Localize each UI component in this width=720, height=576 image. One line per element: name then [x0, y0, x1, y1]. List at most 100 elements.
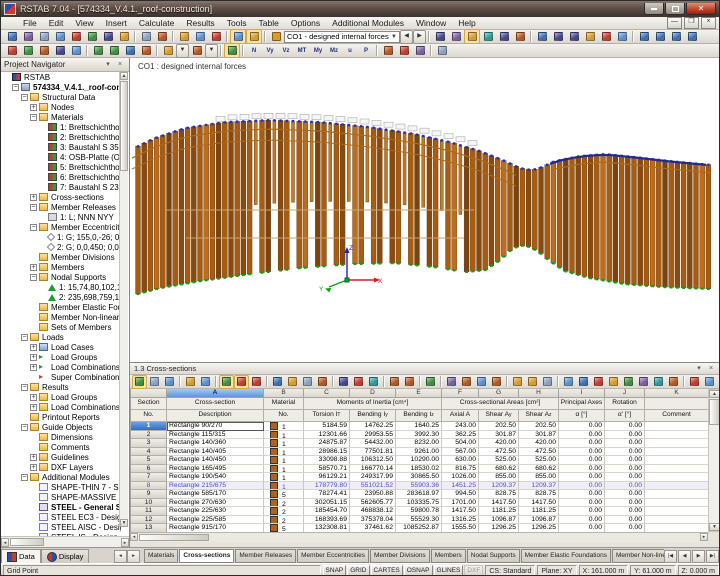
menu-additional-modules[interactable]: Additional Modules: [326, 17, 410, 30]
connect-icon[interactable]: [36, 43, 52, 58]
print-preview-icon[interactable]: [116, 29, 132, 44]
render-shaded-icon[interactable]: [464, 29, 480, 44]
tree-expander-icon[interactable]: −: [21, 94, 28, 101]
snap-node-icon[interactable]: [4, 43, 20, 58]
toggle-cartes[interactable]: CARTES: [371, 565, 403, 576]
sheet-tab-members[interactable]: Members: [431, 549, 466, 563]
cell-value[interactable]: 0.00: [559, 456, 605, 465]
table-close-icon[interactable]: ×: [705, 363, 717, 375]
cell-description[interactable]: Rectangle 115/315: [167, 431, 264, 440]
sheet-tab-member-elastic-foundations[interactable]: Member Elastic Foundations: [521, 549, 611, 563]
cell-material[interactable]: 1: [264, 456, 304, 465]
import-table-icon[interactable]: [183, 375, 198, 389]
tree-item-member-elastic-foundat[interactable]: Member Elastic Foundat: [1, 302, 121, 312]
cell-description[interactable]: Rectangle 165/495: [167, 465, 264, 474]
navigator-tabs-next-icon[interactable]: ▸: [127, 550, 140, 563]
tree-expander-icon[interactable]: +: [30, 344, 37, 351]
sheet-tab-nav-0[interactable]: |◀: [664, 550, 677, 563]
table-ok-icon[interactable]: [132, 375, 147, 389]
row-header-7[interactable]: 7: [131, 473, 167, 482]
cell-comment[interactable]: [645, 499, 709, 508]
cut-col-icon[interactable]: [366, 375, 381, 389]
menu-view[interactable]: View: [69, 17, 99, 30]
tree-expander-icon[interactable]: −: [30, 204, 37, 211]
menu-tools[interactable]: Tools: [221, 17, 253, 30]
tree-item-shape-massive-sectio[interactable]: SHAPE-MASSIVE - Sectio: [1, 492, 121, 502]
tree-expander-icon[interactable]: −: [21, 474, 28, 481]
sheet-tab-materials[interactable]: Materials: [144, 549, 178, 563]
tree-item-loads[interactable]: −Loads: [1, 332, 121, 342]
cell-value[interactable]: 1451.25: [442, 482, 479, 491]
tree-item-guide-objects[interactable]: −Guide Objects: [1, 422, 121, 432]
undo-table-icon[interactable]: [219, 375, 234, 389]
load-case-list-icon[interactable]: [268, 29, 284, 44]
row-header-4[interactable]: 4: [131, 448, 167, 457]
select-arrow-icon[interactable]: [534, 29, 550, 44]
cell-value[interactable]: 420.00: [519, 439, 559, 448]
load-area-icon[interactable]: [122, 43, 138, 58]
show-values-icon[interactable]: [652, 29, 668, 44]
cell-value[interactable]: 0.00: [605, 499, 645, 508]
tree-expander-icon[interactable]: −: [30, 224, 37, 231]
column-header-G[interactable]: G: [479, 389, 519, 398]
cell-value[interactable]: 0.00: [559, 516, 605, 525]
cell-value[interactable]: 1417.50: [442, 507, 479, 516]
tree-expander-icon[interactable]: +: [30, 454, 37, 461]
moment-mz-icon[interactable]: Mz: [326, 43, 342, 58]
tree-item-comments[interactable]: Comments: [1, 442, 121, 452]
tree-expander-icon[interactable]: +: [30, 404, 37, 411]
tree-item-members[interactable]: +Members: [1, 262, 121, 272]
render-wireframe-icon[interactable]: [432, 29, 448, 44]
render-hidden-icon[interactable]: [480, 29, 496, 44]
cell-value[interactable]: 54432.00: [350, 439, 396, 448]
view-3d-icon[interactable]: [702, 375, 717, 389]
cell-value[interactable]: 1096.87: [519, 516, 559, 525]
cell-value[interactable]: 504.00: [442, 439, 479, 448]
cell-value[interactable]: 12301.66: [304, 431, 350, 440]
sheet-tab-member-releases[interactable]: Member Releases: [235, 549, 296, 563]
tree-expander-icon[interactable]: +: [30, 394, 37, 401]
cell-value[interactable]: 103335.75: [396, 499, 442, 508]
row-header-11[interactable]: 11: [131, 507, 167, 516]
tree-item-steel-aisc-design-acc[interactable]: STEEL AISC - Design acc: [1, 522, 121, 532]
cell-value[interactable]: 375378.04: [350, 516, 396, 525]
cell-value[interactable]: 362.25: [442, 431, 479, 440]
open-project-icon[interactable]: [36, 29, 52, 44]
moment-mt-icon[interactable]: MT: [294, 43, 310, 58]
select-special-icon[interactable]: [160, 43, 176, 58]
load-case-next-icon[interactable]: ▶: [413, 30, 426, 44]
menu-insert[interactable]: Insert: [100, 17, 133, 30]
row-header-5[interactable]: 5: [131, 456, 167, 465]
cell-value[interactable]: 0.00: [605, 422, 645, 431]
sheet-tab-nav-2[interactable]: ▶: [692, 550, 705, 563]
tree-expander-icon[interactable]: +: [30, 104, 37, 111]
new-folder-icon[interactable]: [208, 29, 224, 44]
navigator-close-icon[interactable]: ×: [114, 59, 126, 71]
cell-value[interactable]: 562605.77: [350, 499, 396, 508]
edit-icon[interactable]: [176, 29, 192, 44]
cell-value[interactable]: 166770.14: [350, 465, 396, 474]
column-header-K[interactable]: K: [645, 389, 709, 398]
cell-value[interactable]: 202.50: [479, 422, 519, 431]
menu-options[interactable]: Options: [285, 17, 326, 30]
dropdown-arrow-icon[interactable]: ▼: [205, 44, 218, 58]
delete-red-icon[interactable]: [336, 375, 351, 389]
percent-x-icon[interactable]: [540, 375, 555, 389]
cell-value[interactable]: 30865.50: [396, 473, 442, 482]
col-d-icon[interactable]: [621, 375, 636, 389]
tree-item-nodal-supports[interactable]: −Nodal Supports: [1, 272, 121, 282]
tree-item-1-brettschichtholz-gl[interactable]: 1: Brettschichtholz Gl: [1, 122, 121, 132]
title-bar[interactable]: RSTAB 7.04 - [574334_V.4.1._roof-constru…: [1, 1, 719, 17]
delete-x-icon[interactable]: [582, 29, 598, 44]
cell-value[interactable]: 55529.30: [396, 516, 442, 525]
menu-window[interactable]: Window: [410, 17, 452, 30]
tree-item-1-15-74-80-102-133-14[interactable]: 1: 15,74,80,102,133,14: [1, 282, 121, 292]
cell-value[interactable]: 0.00: [559, 448, 605, 457]
cell-value[interactable]: 0.00: [559, 422, 605, 431]
tree-expander-icon[interactable]: −: [30, 274, 37, 281]
mdi-close-button[interactable]: ×: [701, 17, 716, 29]
tree-item-steel-ec3-design-acco[interactable]: STEEL EC3 - Design acco: [1, 512, 121, 522]
cell-comment[interactable]: [645, 507, 709, 516]
table-layout-right-icon[interactable]: [246, 29, 262, 44]
cell-value[interactable]: 0.00: [605, 448, 645, 457]
